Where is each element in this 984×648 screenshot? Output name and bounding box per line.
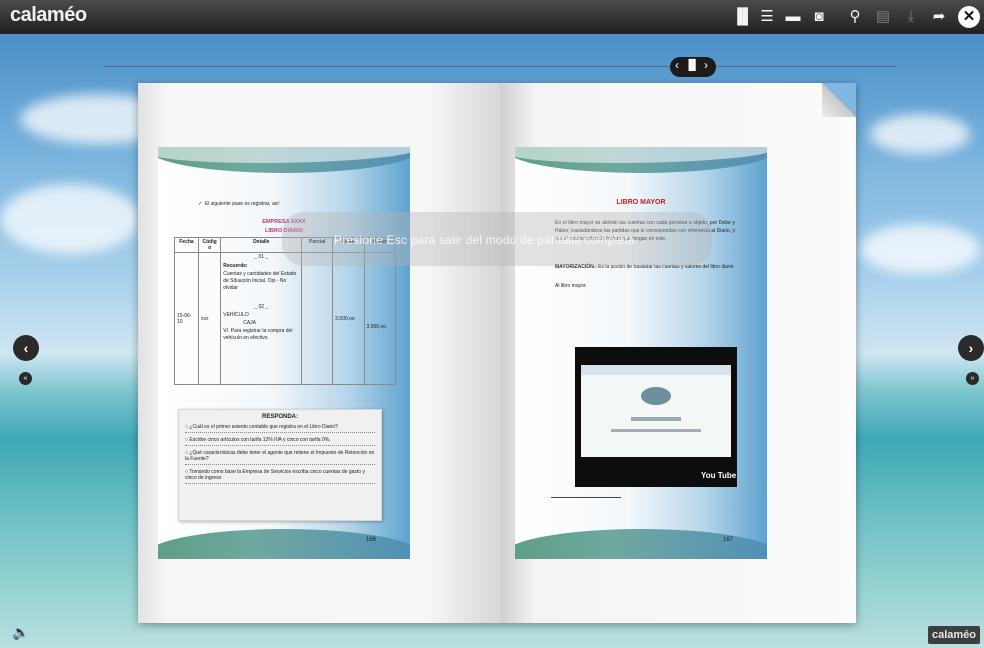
cloud [0, 184, 140, 254]
calameo-brand-badge[interactable]: calaméo [928, 626, 980, 644]
youtube-video-embed[interactable]: You Tube [575, 347, 737, 487]
quiz-box: RESPONDA: ○ ¿Cuál es el primer asiento c… [178, 409, 382, 521]
share-icon[interactable]: ➦ [930, 8, 948, 26]
page-number: 166 [366, 537, 377, 543]
fullscreen-icon[interactable]: ▬ [784, 8, 802, 26]
quiz-item-text: Escribe cinco artículos con tarifa 12% I… [189, 437, 331, 443]
intro-bullet-text: El siguiente pase es registrar, así: [204, 201, 281, 207]
al-libro-text: Al libro mayor. [555, 283, 587, 289]
section-title: LIBRO MAYOR [616, 199, 666, 206]
quiz-heading: RESPONDA: [261, 414, 298, 420]
quiz-item-text: Tomando como base la Empresa de Servicio… [185, 469, 365, 481]
view-prev-icon[interactable]: ‹ [675, 58, 679, 72]
fullscreen-esc-text: Presione Esc para salir del modo de pant… [334, 233, 635, 247]
detail-line: VEHÍCULO [223, 312, 249, 318]
youtube-logo[interactable]: You Tube [701, 471, 736, 480]
quiz-item: ○ Tomando como base la Empresa de Servic… [185, 469, 375, 484]
quiz-item-text: ¿Qué características debe tener el agent… [185, 450, 375, 462]
quiz-item: ○ ¿Cuál es el primer asiento contable qu… [185, 424, 375, 433]
detail-line: Cuentas y cantidades del Estado de Situa… [223, 271, 297, 291]
document-icon[interactable]: ◙ [810, 8, 828, 26]
page-number: 167 [723, 537, 734, 543]
first-page-button[interactable]: « [19, 372, 32, 385]
quiz-item: ○ Escribe cinco artículos con tarifa 12%… [185, 437, 375, 446]
last-page-button[interactable]: » [966, 372, 979, 385]
cell-parcial [301, 252, 334, 385]
table-row: 15-06-10 xxx _ 01 _ Recuerde: Cuentas y … [174, 252, 397, 385]
browser-toolbar [581, 365, 731, 375]
quiz-item-text: ¿Cuál es el primer asiento contable que … [189, 424, 338, 430]
top-toolbar: calaméo ▐▌ ☰ ▬ ◙ ⚲ ▤ ⤓ ➦ ✕ [0, 0, 984, 34]
calameo-logo[interactable]: calaméo [10, 4, 87, 27]
quiz-item: ○ ¿Qué características debe tener el age… [185, 450, 375, 465]
col-fecha: Fecha [174, 237, 199, 253]
video-thumbnail-bar [631, 417, 681, 421]
left-page[interactable]: ✓ El siguiente pase es registrar, así: E… [158, 147, 410, 559]
cell-code: xxx [197, 252, 222, 385]
video-thumbnail-bar [611, 429, 701, 432]
cell-debe: 3.000,oo [332, 252, 365, 385]
fullscreen-esc-notice: Presione Esc para salir del modo de pant… [282, 212, 712, 266]
view-next-icon[interactable]: › [704, 58, 708, 72]
detail-line: _ 02 _ [254, 304, 269, 310]
intro-bullet: ✓ El siguiente pase es registrar, así: [198, 201, 281, 207]
video-thumbnail-graphic [641, 387, 671, 405]
video-frame[interactable] [581, 365, 731, 457]
list-icon[interactable]: ☰ [758, 8, 776, 26]
cloud [860, 224, 980, 274]
detail-line: V/. Para registrar la compra del vehícul… [223, 328, 293, 341]
cell-detail: _ 01 _ Recuerde: Cuentas y cantidades de… [220, 252, 303, 385]
book-view-toggle-icon[interactable]: ▐▌ [685, 60, 699, 71]
footnote-rule [551, 497, 621, 498]
bottom-wave-decoration [158, 529, 410, 559]
cloud [870, 114, 970, 154]
right-page[interactable]: LIBRO MAYOR En el libro mayor se abrirán… [515, 147, 767, 559]
detail-line: Recuerde: [223, 263, 248, 269]
close-icon[interactable]: ✕ [958, 6, 980, 28]
cell-haber: 3.000,oo [363, 252, 397, 385]
next-page-button[interactable]: › [958, 335, 984, 361]
detail-line: CAJA [243, 320, 257, 326]
view-switcher: ‹ ▐▌ › [670, 57, 716, 77]
book-view-icon[interactable]: ▐▌ [732, 8, 753, 26]
divider-line [105, 66, 895, 67]
previous-page-button[interactable]: ‹ [13, 335, 39, 361]
search-zoom-icon[interactable]: ⚲ [846, 8, 864, 26]
page-curl-corner[interactable] [822, 83, 856, 117]
print-icon[interactable]: ▤ [874, 8, 892, 26]
cell-date: 15-06-10 [174, 252, 199, 385]
speaker-icon[interactable]: 🔈 [12, 624, 29, 641]
download-icon[interactable]: ⤓ [902, 8, 920, 26]
bottom-wave-decoration [515, 529, 767, 559]
col-codigo: Códig o [197, 237, 222, 253]
